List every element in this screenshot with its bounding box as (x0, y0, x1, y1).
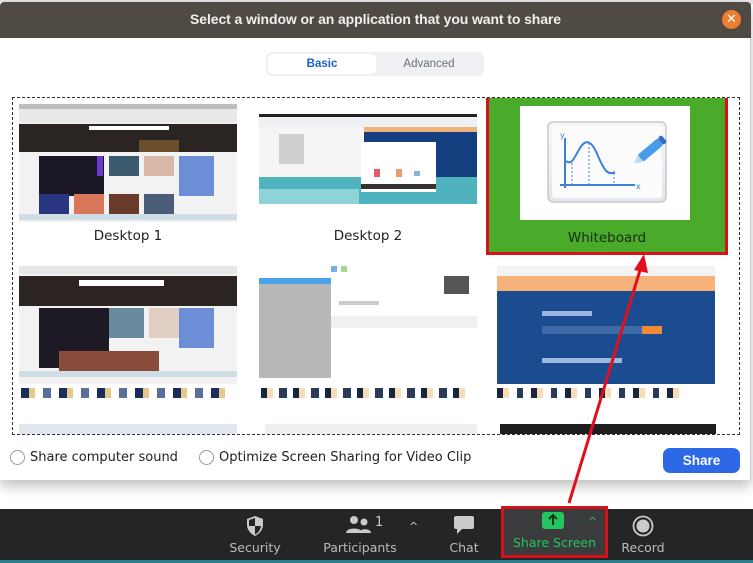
participants-options-caret[interactable]: ^ (409, 520, 418, 533)
tile-window-2[interactable] (253, 260, 483, 420)
tile-whiteboard[interactable]: y x Whiteboard (486, 98, 728, 255)
share-source-grid[interactable]: Desktop 1 Desktop 2 y x Whiteboard (12, 97, 740, 435)
share-screen-highlight[interactable]: ^ Share Screen (501, 506, 608, 558)
tile-desktop-1[interactable]: Desktop 1 (13, 98, 243, 258)
optimize-video-label: Optimize Screen Sharing for Video Clip (219, 450, 472, 465)
window-1-thumbnail (19, 266, 237, 384)
tab-basic[interactable]: Basic (268, 54, 376, 74)
toolbar-record[interactable]: Record (612, 509, 674, 560)
tile-label: Whiteboard (567, 230, 647, 246)
toolbar-chat[interactable]: Chat (440, 509, 488, 560)
share-sound-option[interactable]: Share computer sound (10, 450, 178, 465)
tile-window-3[interactable] (493, 260, 723, 420)
participants-icon (346, 516, 371, 533)
optimize-video-checkbox[interactable] (199, 450, 214, 465)
record-icon (632, 515, 654, 537)
toolbar-security[interactable]: Security (224, 509, 286, 560)
share-dialog: Select a window or an application that y… (0, 2, 751, 480)
tab-advanced[interactable]: Advanced (376, 54, 482, 74)
dialog-titlebar: Select a window or an application that y… (0, 2, 751, 38)
whiteboard-icon: y x (547, 121, 667, 203)
share-sound-label: Share computer sound (30, 450, 178, 465)
window-3-title (497, 388, 687, 398)
share-button[interactable]: Share (663, 448, 740, 473)
tile-label: Desktop 1 (93, 228, 163, 244)
toolbar-participants[interactable]: 1 Participants (320, 509, 400, 560)
desktop-2-thumbnail (259, 114, 477, 204)
window-2-thumbnail (259, 266, 477, 384)
share-screen-label: Share Screen (512, 535, 597, 550)
security-label: Security (229, 540, 281, 555)
whiteboard-thumbnail: y x (520, 106, 690, 220)
tile-window-6[interactable] (500, 424, 716, 434)
svg-text:x: x (636, 182, 641, 191)
dialog-title: Select a window or an application that y… (190, 11, 561, 27)
tile-window-1[interactable] (13, 260, 243, 420)
shield-icon (247, 516, 263, 536)
close-button[interactable]: ✕ (722, 10, 741, 29)
tile-desktop-2[interactable]: Desktop 2 (253, 98, 483, 258)
desktop-1-thumbnail (19, 104, 237, 222)
share-mode-tabs: Basic Advanced (266, 52, 484, 76)
chat-icon (454, 516, 474, 534)
tile-label: Desktop 2 (333, 228, 403, 244)
window-2-title (261, 388, 471, 398)
share-screen-icon (542, 512, 564, 529)
participants-label: Participants (323, 540, 397, 555)
optimize-video-option[interactable]: Optimize Screen Sharing for Video Clip (199, 450, 471, 465)
tile-window-5[interactable] (265, 424, 477, 434)
tile-window-4[interactable] (19, 424, 237, 434)
window-3-thumbnail (497, 266, 715, 384)
share-sound-checkbox[interactable] (10, 450, 25, 465)
window-1-title (21, 388, 231, 398)
participants-count: 1 (375, 515, 384, 530)
meeting-toolbar: Security 1 Participants ^ Chat Record (0, 509, 753, 560)
record-label: Record (621, 540, 665, 555)
close-icon: ✕ (726, 12, 737, 27)
share-options-caret[interactable]: ^ (588, 515, 597, 528)
svg-text:y: y (560, 131, 565, 140)
chat-label: Chat (449, 540, 479, 555)
